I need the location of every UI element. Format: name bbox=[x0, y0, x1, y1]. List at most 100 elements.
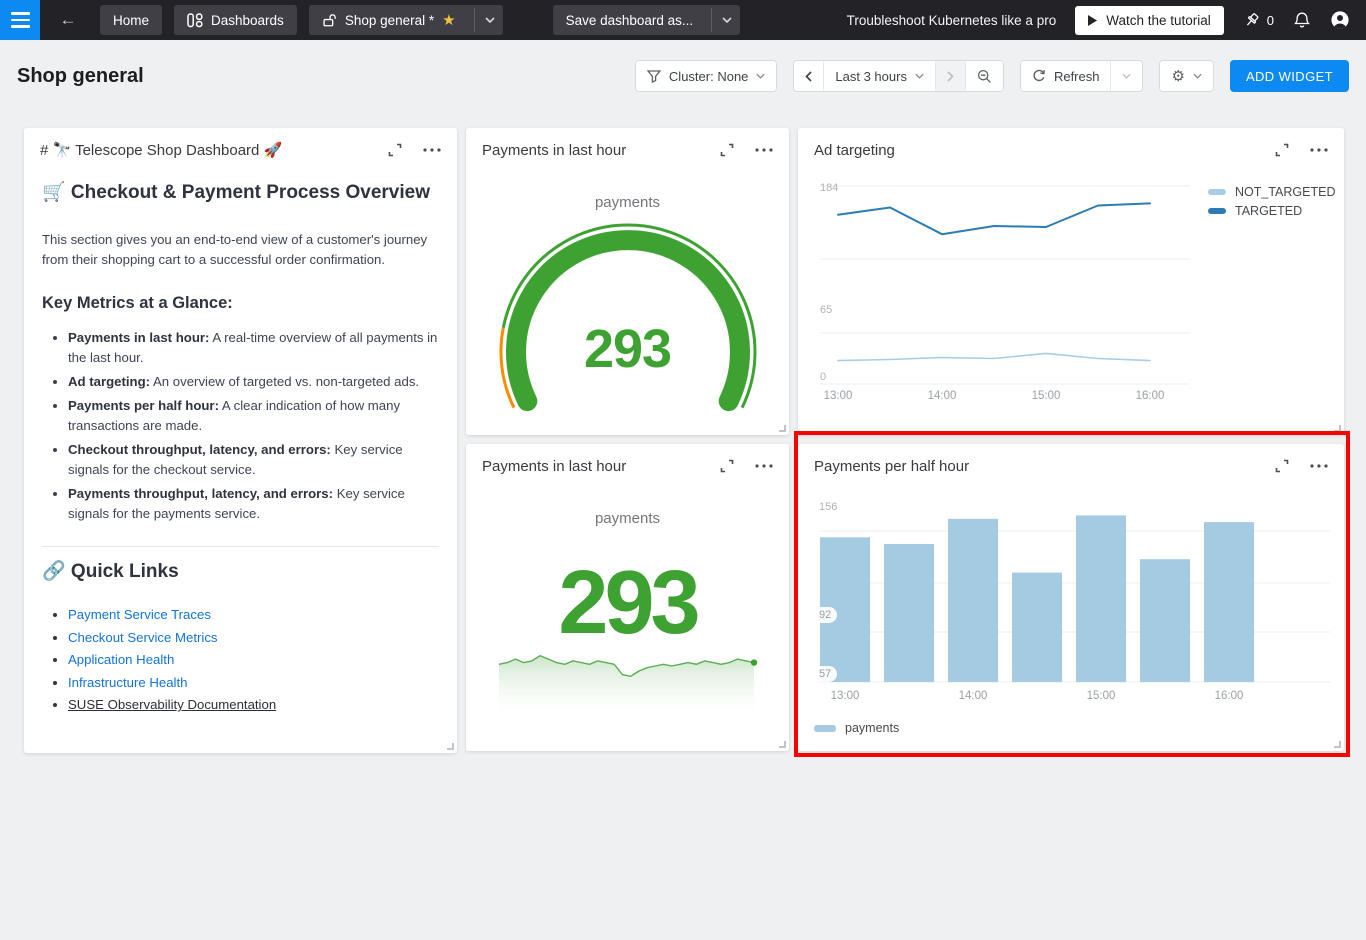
line-chart-legend: NOT_TARGETED TARGETED bbox=[1208, 185, 1335, 218]
widget-payments-per-half-hour: Payments per half hour 579215613:0014:00… bbox=[798, 444, 1344, 751]
legend-item[interactable]: NOT_TARGETED bbox=[1208, 185, 1335, 199]
quick-link[interactable]: SUSE Observability Documentation bbox=[68, 697, 276, 712]
pinned-items-button[interactable]: 0 bbox=[1243, 12, 1274, 29]
metrics-heading: Key Metrics at a Glance: bbox=[42, 294, 439, 312]
add-widget-button[interactable]: ADD WIDGET bbox=[1230, 60, 1349, 92]
bar-16:00[interactable] bbox=[1204, 522, 1254, 682]
menu-icon[interactable] bbox=[0, 0, 40, 40]
legend-swatch bbox=[1208, 208, 1226, 214]
x-axis-label: 13:00 bbox=[831, 690, 860, 702]
quick-link[interactable]: Payment Service Traces bbox=[68, 607, 211, 622]
time-forward-button[interactable] bbox=[935, 61, 965, 91]
user-avatar[interactable] bbox=[1330, 10, 1350, 30]
gauge-outer-track-green bbox=[503, 225, 755, 408]
gauge-value: 293 bbox=[466, 318, 789, 380]
page-header: Shop general Cluster: None Last 3 hours bbox=[0, 40, 1366, 112]
save-dashboard-as-button[interactable]: Save dashboard as... bbox=[553, 5, 741, 35]
chevron-right-icon bbox=[947, 71, 954, 82]
y-axis-label: 92 bbox=[813, 607, 837, 623]
play-icon bbox=[1088, 15, 1097, 26]
more-options-icon[interactable] bbox=[423, 148, 441, 152]
gauge-chart bbox=[466, 128, 789, 435]
time-back-button[interactable] bbox=[794, 61, 823, 91]
page-title: Shop general bbox=[17, 65, 144, 88]
refresh-button[interactable]: Refresh bbox=[1021, 61, 1111, 91]
bell-icon bbox=[1293, 11, 1311, 30]
zoom-out-time-button[interactable] bbox=[965, 61, 1003, 91]
resize-handle[interactable] bbox=[779, 741, 786, 748]
quick-link[interactable]: Infrastructure Health bbox=[68, 675, 187, 690]
watch-tutorial-button[interactable]: Watch the tutorial bbox=[1075, 6, 1224, 35]
quick-link-item: Infrastructure Health bbox=[68, 673, 439, 693]
quick-link-item: Payment Service Traces bbox=[68, 605, 439, 625]
nav-current-dashboard-button[interactable]: Shop general * ★ bbox=[309, 5, 503, 35]
metric-list-item: Payments in last hour: A real-time overv… bbox=[68, 328, 442, 368]
bar-13:30[interactable] bbox=[884, 544, 934, 682]
quick-link[interactable]: Application Health bbox=[68, 652, 174, 667]
line-chart bbox=[798, 128, 1344, 435]
metrics-list: Payments in last hour: A real-time overv… bbox=[42, 328, 442, 524]
nav-home-button[interactable]: Home bbox=[100, 5, 162, 35]
widget-header: # 🔭 Telescope Shop Dashboard 🚀 bbox=[24, 128, 457, 172]
dashboards-icon bbox=[187, 13, 203, 28]
metric-list-item: Checkout throughput, latency, and errors… bbox=[68, 440, 442, 480]
sparkline-end-dot bbox=[751, 659, 757, 665]
widget-title: # 🔭 Telescope Shop Dashboard 🚀 bbox=[40, 141, 367, 159]
nav-dashboards-button[interactable]: Dashboards bbox=[174, 5, 297, 35]
legend-item[interactable]: TARGETED bbox=[1208, 204, 1335, 218]
markdown-heading: 🛒 Checkout & Payment Process Overview bbox=[42, 180, 439, 206]
legend-swatch bbox=[814, 725, 836, 732]
widget-title: Payments in last hour bbox=[482, 458, 699, 475]
nav-current-dashboard-label: Shop general * bbox=[345, 13, 434, 28]
refresh-icon bbox=[1032, 69, 1046, 83]
nav-dashboards-label: Dashboards bbox=[211, 13, 284, 28]
y-axis-label: 0 bbox=[820, 371, 826, 383]
bar-14:30[interactable] bbox=[1012, 573, 1062, 682]
pin-count-badge: 0 bbox=[1267, 13, 1274, 28]
legend-item[interactable]: payments bbox=[814, 721, 899, 735]
resize-handle[interactable] bbox=[1334, 425, 1341, 432]
line-series-not_targeted bbox=[838, 353, 1150, 360]
refresh-options-button[interactable] bbox=[1110, 61, 1142, 91]
legend-label: NOT_TARGETED bbox=[1235, 185, 1335, 199]
more-options-icon[interactable] bbox=[755, 464, 773, 468]
cluster-filter-group: Cluster: None bbox=[635, 60, 777, 92]
back-arrow-icon[interactable]: ← bbox=[56, 10, 80, 30]
promo-text: Troubleshoot Kubernetes like a pro bbox=[847, 13, 1057, 28]
chevron-down-icon bbox=[1193, 73, 1202, 79]
resize-handle[interactable] bbox=[447, 743, 454, 750]
legend-label: payments bbox=[845, 721, 899, 735]
cluster-filter-button[interactable]: Cluster: None bbox=[636, 61, 776, 91]
avatar-icon bbox=[1330, 10, 1350, 30]
markdown-intro: This section gives you an end-to-end vie… bbox=[42, 230, 438, 270]
favorite-star-icon[interactable]: ★ bbox=[442, 13, 455, 28]
divider bbox=[42, 546, 439, 547]
widget-payments-number: Payments in last hour payments 293 bbox=[466, 444, 789, 751]
dashboard-switch-chevron-icon[interactable] bbox=[474, 8, 495, 32]
bar-14:00[interactable] bbox=[948, 519, 998, 682]
quick-link[interactable]: Checkout Service Metrics bbox=[68, 630, 218, 645]
bar-15:30[interactable] bbox=[1140, 559, 1190, 682]
notifications-button[interactable] bbox=[1293, 11, 1311, 30]
expand-icon[interactable] bbox=[388, 143, 402, 157]
dashboard-settings-button[interactable]: ⚙ bbox=[1160, 61, 1212, 91]
unlock-icon bbox=[322, 13, 337, 28]
refresh-label: Refresh bbox=[1054, 69, 1100, 84]
time-range-button[interactable]: Last 3 hours bbox=[823, 61, 935, 91]
x-axis-label: 15:00 bbox=[1087, 690, 1116, 702]
resize-handle[interactable] bbox=[779, 425, 786, 432]
resize-handle[interactable] bbox=[1334, 741, 1341, 748]
number-series-label: payments bbox=[466, 510, 789, 527]
expand-icon[interactable] bbox=[720, 459, 734, 473]
widget-payments-gauge: Payments in last hour payments 293 bbox=[466, 128, 789, 435]
dashboard-board: # 🔭 Telescope Shop Dashboard 🚀 🛒 Checkou… bbox=[0, 112, 1366, 940]
sparkline-area bbox=[499, 656, 754, 728]
bar-chart bbox=[798, 444, 1344, 751]
gear-icon: ⚙ bbox=[1171, 69, 1184, 84]
metric-list-item: Payments per half hour: A clear indicati… bbox=[68, 396, 442, 436]
bar-15:00[interactable] bbox=[1076, 515, 1126, 682]
quick-link-item: Application Health bbox=[68, 650, 439, 670]
settings-group: ⚙ bbox=[1159, 60, 1213, 92]
legend-label: TARGETED bbox=[1235, 204, 1302, 218]
save-options-chevron-icon[interactable] bbox=[711, 8, 732, 32]
